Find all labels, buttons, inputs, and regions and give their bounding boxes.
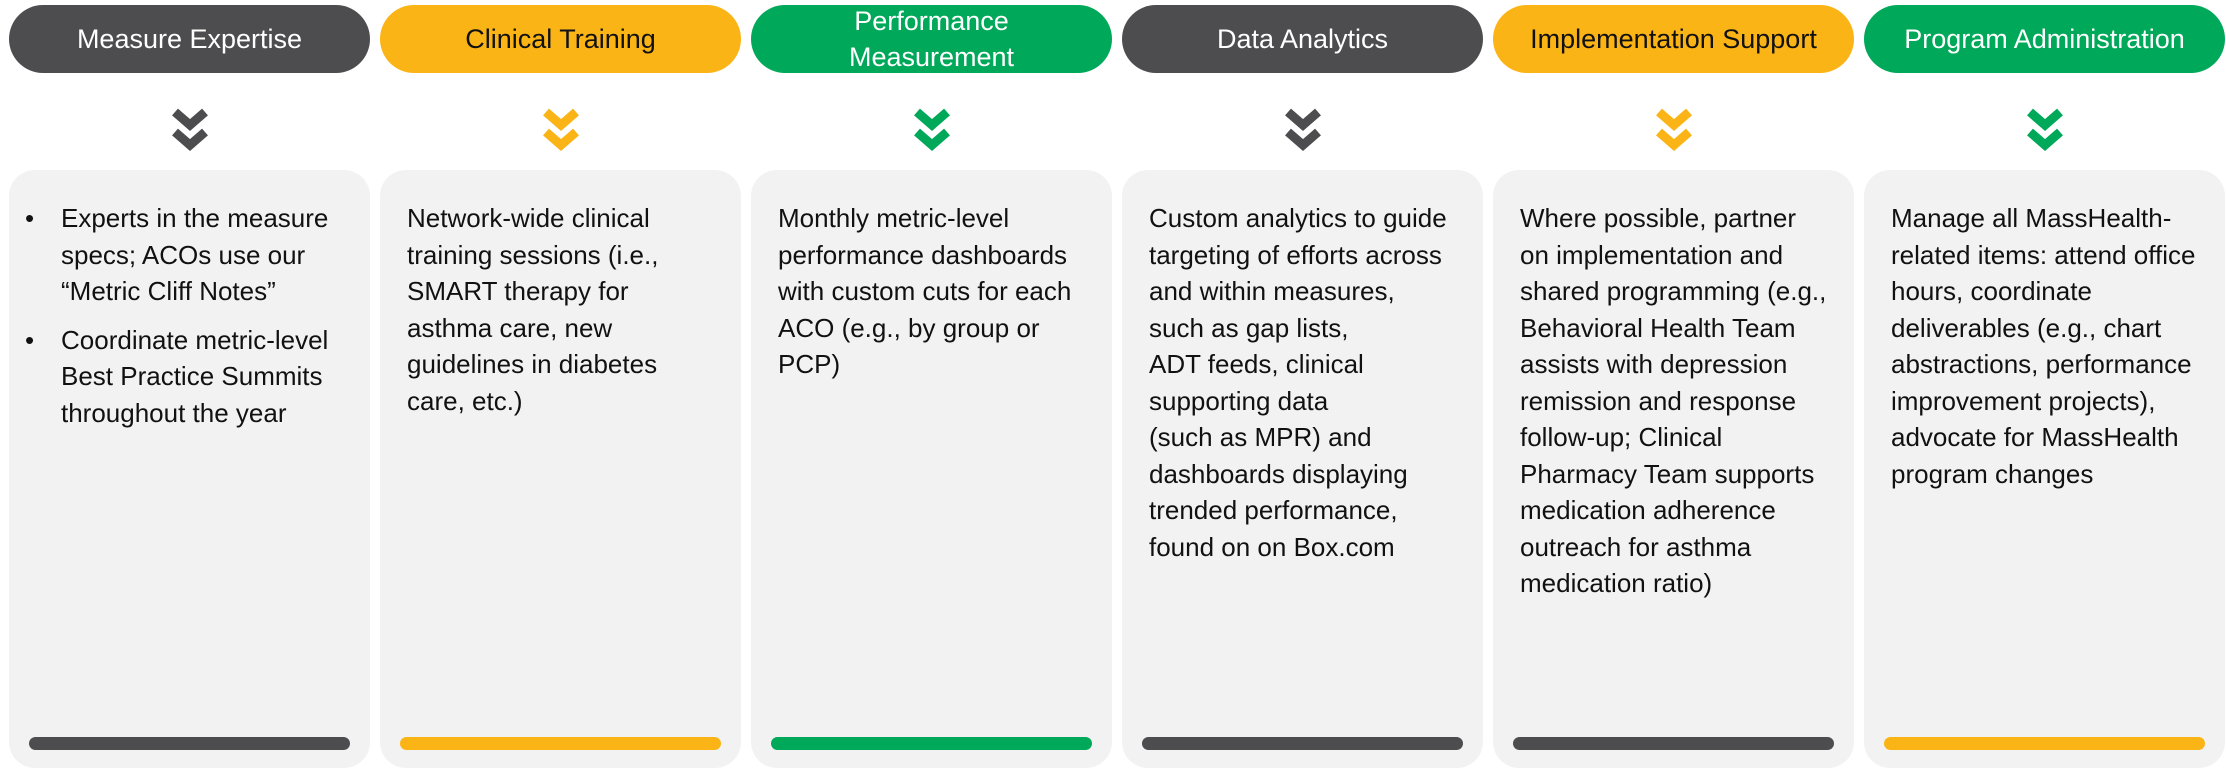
double-chevron-down-icon bbox=[912, 107, 952, 151]
double-chevron-down-icon bbox=[1283, 107, 1323, 151]
header-title: Data Analytics bbox=[1216, 24, 1389, 54]
header-pill-performance-measurement: Performance Measurement bbox=[751, 5, 1112, 73]
column-data-analytics: Data Analytics Custom analytics to guide… bbox=[1122, 5, 1483, 768]
double-chevron-down-icon bbox=[541, 107, 581, 151]
column-measure-expertise: Measure Expertise Experts in the measure… bbox=[9, 5, 370, 768]
accent-bar bbox=[400, 737, 721, 750]
accent-bar bbox=[1884, 737, 2205, 750]
card-text: Manage all MassHealth-related items: att… bbox=[1891, 203, 2196, 489]
column-performance-measurement: Performance Measurement Monthly metric-l… bbox=[751, 5, 1112, 768]
list-item: Coordinate metric-level Best Practice Su… bbox=[25, 322, 348, 432]
double-chevron-down-icon bbox=[170, 107, 210, 151]
card-text: Network-wide clinical training sessions … bbox=[407, 203, 659, 416]
accent-bar bbox=[771, 737, 1092, 750]
service-columns: Measure Expertise Experts in the measure… bbox=[9, 5, 2225, 768]
card-text: Custom analytics to guide targeting of e… bbox=[1149, 203, 1447, 562]
header-pill-data-analytics: Data Analytics bbox=[1122, 5, 1483, 73]
accent-bar bbox=[1142, 737, 1463, 750]
accent-bar bbox=[29, 737, 350, 750]
content-card-clinical-training: Network-wide clinical training sessions … bbox=[380, 170, 741, 768]
header-title: Clinical Training bbox=[465, 24, 656, 54]
header-pill-program-administration: Program Administration bbox=[1864, 5, 2225, 73]
header-title: Implementation Support bbox=[1530, 24, 1817, 54]
content-card-implementation-support: Where possible, partner on implementatio… bbox=[1493, 170, 1854, 768]
card-text: Where possible, partner on implementatio… bbox=[1520, 203, 1827, 598]
header-title: Performance Measurement bbox=[848, 6, 1015, 72]
double-chevron-down-icon bbox=[2025, 107, 2065, 151]
column-implementation-support: Implementation Support Where possible, p… bbox=[1493, 5, 1854, 768]
header-title: Program Administration bbox=[1904, 24, 2185, 54]
column-program-administration: Program Administration Manage all MassHe… bbox=[1864, 5, 2225, 768]
content-card-measure-expertise: Experts in the measure specs; ACOs use o… bbox=[9, 170, 370, 768]
header-pill-implementation-support: Implementation Support bbox=[1493, 5, 1854, 73]
card-text: Monthly metric-level performance dashboa… bbox=[778, 203, 1072, 379]
accent-bar bbox=[1513, 737, 1834, 750]
column-clinical-training: Clinical Training Network-wide clinical … bbox=[380, 5, 741, 768]
header-pill-measure-expertise: Measure Expertise bbox=[9, 5, 370, 73]
content-card-data-analytics: Custom analytics to guide targeting of e… bbox=[1122, 170, 1483, 768]
content-card-performance-measurement: Monthly metric-level performance dashboa… bbox=[751, 170, 1112, 768]
header-pill-clinical-training: Clinical Training bbox=[380, 5, 741, 73]
header-title: Measure Expertise bbox=[76, 24, 303, 54]
bullet-list: Experts in the measure specs; ACOs use o… bbox=[25, 200, 348, 431]
list-item: Experts in the measure specs; ACOs use o… bbox=[25, 200, 348, 310]
content-card-program-administration: Manage all MassHealth-related items: att… bbox=[1864, 170, 2225, 768]
double-chevron-down-icon bbox=[1654, 107, 1694, 151]
